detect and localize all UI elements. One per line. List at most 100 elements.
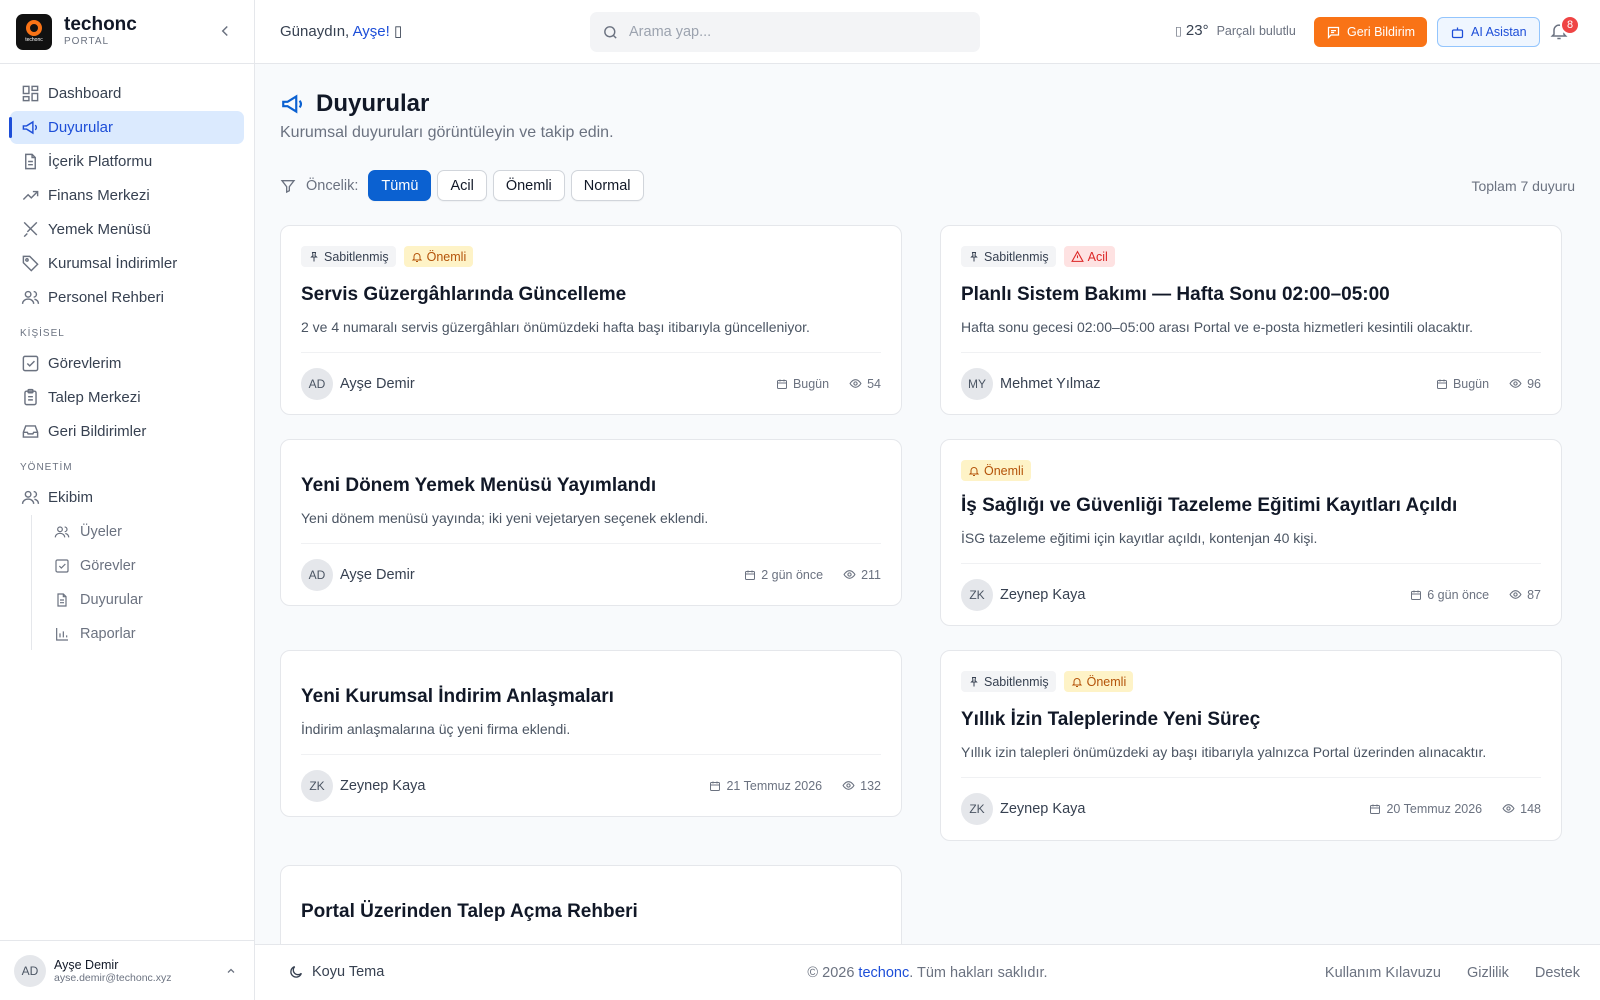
- card-description: Yıllık izin talepleri önümüzdeki ay başı…: [961, 744, 1487, 760]
- sidebar-item-label: Talep Merkezi: [48, 389, 141, 406]
- sidebar-item-icerik[interactable]: İçerik Platformu: [10, 145, 244, 178]
- search-input[interactable]: [629, 24, 949, 40]
- card-tags: Sabitlenmiş Önemli: [301, 246, 474, 267]
- filter-icon: [280, 178, 296, 194]
- brand: techonc techonc PORTAL: [0, 0, 254, 64]
- card-title[interactable]: Planlı Sistem Bakımı — Hafta Sonu 02:00–…: [961, 284, 1390, 306]
- announcement-card[interactable]: Sabitlenmiş Önemli Servis Güzergâhlarınd…: [280, 225, 902, 415]
- greeting-emoji: ▯: [389, 23, 403, 40]
- sidebar-item-label: Yemek Menüsü: [48, 221, 151, 238]
- trend-icon: [20, 186, 40, 206]
- weather-icon: ▯: [1175, 24, 1182, 38]
- sidebar-item-finans[interactable]: Finans Merkezi: [10, 179, 244, 212]
- filter-label: Öncelik:: [306, 177, 359, 194]
- robot-icon: [1450, 25, 1465, 40]
- temperature: 23°: [1185, 22, 1209, 39]
- pinned-tag: Sabitlenmiş: [961, 246, 1056, 267]
- priority-text: Önemli: [984, 463, 1024, 478]
- priority-text: Acil: [1087, 249, 1108, 264]
- sidebar-item-label: Personel Rehberi: [48, 289, 164, 306]
- copyright-pre: © 2026: [807, 965, 859, 981]
- sidebar-item-geribildirimler[interactable]: Geri Bildirimler: [10, 415, 244, 448]
- author-name: Ayşe Demir: [340, 375, 415, 392]
- bell-icon: [968, 465, 980, 477]
- card-footer: MY Mehmet Yılmaz Bugün 96: [961, 352, 1541, 414]
- filter-important[interactable]: Önemli: [492, 170, 565, 201]
- important-tag: Önemli: [403, 246, 474, 267]
- pin-icon: [308, 251, 320, 263]
- footer-link-privacy[interactable]: Gizlilik: [1467, 965, 1509, 981]
- dark-theme-toggle[interactable]: Koyu Tema: [288, 964, 384, 980]
- filter-all[interactable]: Tümü: [368, 170, 432, 201]
- filter-normal[interactable]: Normal: [570, 170, 644, 201]
- sidebar-item-label: Görevler: [80, 557, 136, 574]
- users-icon: [20, 488, 40, 508]
- calendar-icon: [744, 569, 756, 581]
- card-title[interactable]: Yıllık İzin Taleplerinde Yeni Süreç: [961, 709, 1260, 731]
- bell-icon: [411, 251, 423, 263]
- filter-urgent[interactable]: Acil: [437, 170, 487, 201]
- announcement-card[interactable]: Sabitlenmiş Önemli Yıllık İzin Talepleri…: [940, 650, 1562, 841]
- announcement-card[interactable]: Yeni Dönem Yemek Menüsü Yayımlandı Yeni …: [280, 439, 902, 606]
- sidebar-item-gorevlerim[interactable]: Görevlerim: [10, 347, 244, 380]
- chevron-left-icon[interactable]: [216, 22, 234, 40]
- card-description: İSG tazeleme eğitimi için kayıtlar açıld…: [961, 530, 1318, 546]
- ai-assistant-button[interactable]: AI Asistan: [1437, 17, 1540, 47]
- logo-text: techonc: [25, 37, 43, 43]
- announcement-card[interactable]: Portal Üzerinden Talep Açma Rehberi: [280, 865, 902, 944]
- search-box[interactable]: [590, 12, 980, 52]
- card-meta: 6 gün önce 87: [1410, 588, 1541, 602]
- card-description: Hafta sonu gecesi 02:00–05:00 arası Port…: [961, 319, 1474, 335]
- pin-icon: [968, 251, 980, 263]
- megaphone-icon: [20, 118, 40, 138]
- pinned-text: Sabitlenmiş: [324, 249, 389, 264]
- pinned-text: Sabitlenmiş: [984, 249, 1049, 264]
- feedback-button[interactable]: Geri Bildirim: [1314, 17, 1428, 47]
- card-title[interactable]: Servis Güzergâhlarında Güncelleme: [301, 284, 626, 306]
- dashboard-icon: [20, 84, 40, 104]
- topbar: Günaydın, Ayşe! ▯ ▯ 23° Parçalı bulutlu …: [255, 0, 1600, 64]
- avatar: AD: [14, 954, 46, 987]
- sidebar-item-talep[interactable]: Talep Merkezi: [10, 381, 244, 414]
- chevron-up-icon[interactable]: [225, 965, 237, 977]
- sidebar-item-yemek[interactable]: Yemek Menüsü: [10, 213, 244, 246]
- card-views: 132: [860, 778, 881, 793]
- greeting-text: Günaydın,: [280, 23, 353, 40]
- card-title[interactable]: Yeni Kurumsal İndirim Anlaşmaları: [301, 686, 614, 708]
- card-title[interactable]: Portal Üzerinden Talep Açma Rehberi: [301, 901, 638, 923]
- announcement-card[interactable]: Önemli İş Sağlığı ve Güvenliği Tazeleme …: [940, 439, 1562, 626]
- calendar-icon: [1410, 589, 1422, 601]
- user-profile[interactable]: AD Ayşe Demir ayse.demir@techonc.xyz: [0, 940, 255, 1000]
- card-title[interactable]: İş Sağlığı ve Güvenliği Tazeleme Eğitimi…: [961, 495, 1457, 517]
- footer-link-guide[interactable]: Kullanım Kılavuzu: [1325, 965, 1441, 981]
- sidebar-item-label: Dashboard: [48, 85, 122, 102]
- logo[interactable]: techonc: [16, 13, 52, 50]
- page-subtitle: Kurumsal duyuruları görüntüleyin ve taki…: [280, 124, 614, 141]
- sidebar-item-gorevler[interactable]: Görevler: [42, 549, 244, 582]
- announcement-card[interactable]: Yeni Kurumsal İndirim Anlaşmaları İndiri…: [280, 650, 902, 817]
- author-avatar: AD: [301, 558, 333, 591]
- sidebar-item-sub-duyurular[interactable]: Duyurular: [42, 583, 244, 616]
- sidebar-item-indirimler[interactable]: Kurumsal İndirimler: [10, 247, 244, 280]
- sidebar-item-raporlar[interactable]: Raporlar: [42, 617, 244, 650]
- copyright-brand[interactable]: techonc: [858, 965, 909, 981]
- footer-link-support[interactable]: Destek: [1535, 965, 1580, 981]
- calendar-icon: [776, 378, 788, 390]
- footer: © 2026 techonc. Tüm hakları saklıdır. Ko…: [255, 944, 1600, 1000]
- card-description: Yeni dönem menüsü yayında; iki yeni veje…: [301, 510, 709, 526]
- card-views: 96: [1527, 376, 1541, 391]
- sidebar-item-ekibim[interactable]: Ekibim: [10, 481, 244, 514]
- card-title[interactable]: Yeni Dönem Yemek Menüsü Yayımlandı: [301, 475, 656, 497]
- sidebar-item-rehber[interactable]: Personel Rehberi: [10, 281, 244, 314]
- author-name: Zeynep Kaya: [340, 777, 426, 794]
- sidebar-item-duyurular[interactable]: Duyurular: [9, 111, 244, 144]
- brand-sub: PORTAL: [64, 35, 110, 47]
- sidebar-item-label: Duyurular: [80, 591, 143, 608]
- sidebar-item-uyeler[interactable]: Üyeler: [42, 515, 244, 548]
- announcement-card[interactable]: Sabitlenmiş Acil Planlı Sistem Bakımı — …: [940, 225, 1562, 415]
- sidebar-item-dashboard[interactable]: Dashboard: [10, 77, 244, 110]
- search-icon: [602, 24, 619, 41]
- author-name: Mehmet Yılmaz: [1000, 375, 1101, 392]
- author-avatar: MY: [961, 367, 993, 400]
- card-meta: 2 gün önce 211: [744, 568, 881, 582]
